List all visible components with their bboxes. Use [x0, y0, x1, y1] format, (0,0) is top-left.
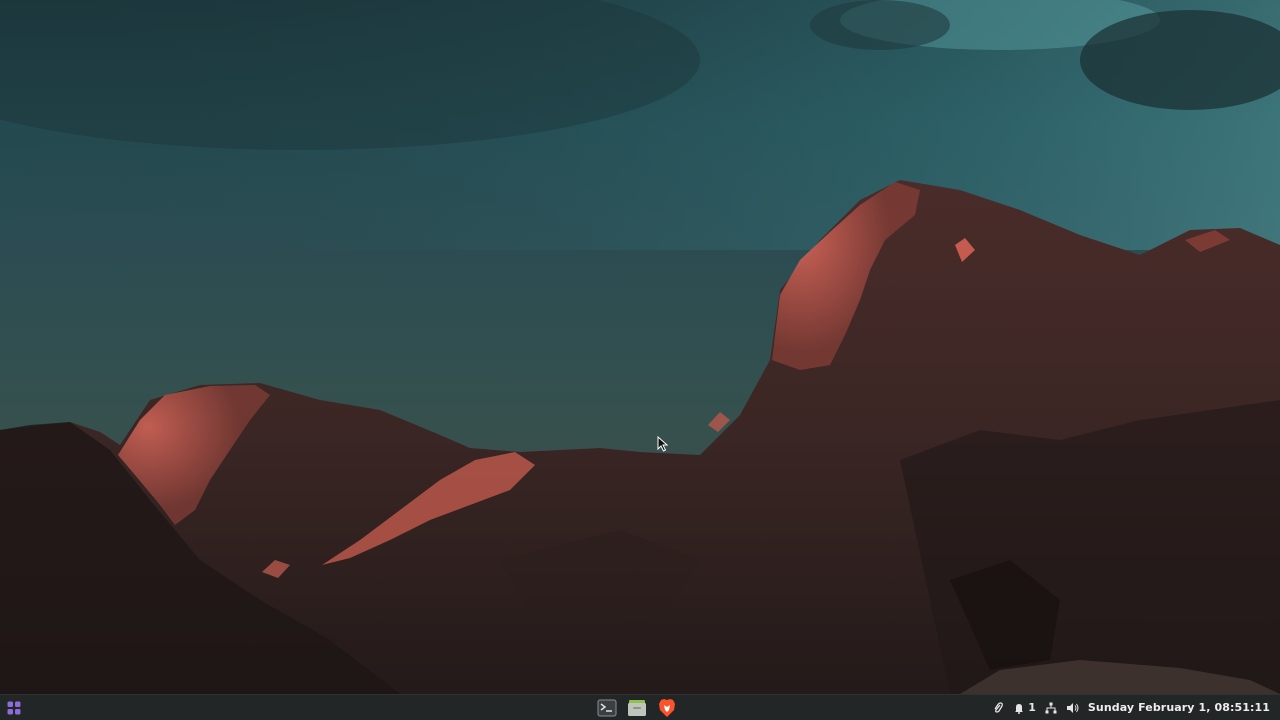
volume-button[interactable] [1066, 702, 1079, 714]
clipboard-button[interactable] [992, 701, 1004, 715]
taskbar: 1 Sunday February 1, 08:51:11 [0, 694, 1280, 720]
network-icon [1045, 702, 1057, 713]
paperclip-icon [994, 701, 1004, 713]
bell-icon [1015, 703, 1024, 714]
brave-lion-icon [659, 699, 675, 717]
launcher-bar [596, 697, 678, 719]
clock-text: Sunday February 1, 08:51:11 [1087, 701, 1270, 714]
notifications-button[interactable]: 1 [1013, 701, 1036, 714]
terminal-icon [597, 699, 617, 717]
terminal-launcher[interactable] [596, 697, 618, 719]
files-launcher[interactable] [626, 697, 648, 719]
wallpaper [0, 0, 1280, 694]
mouse-cursor [657, 436, 669, 452]
app-grid-icon [7, 701, 21, 715]
folder-icon [628, 700, 646, 716]
clock[interactable]: Sunday February 1, 08:51:11 [1088, 701, 1270, 714]
brave-launcher[interactable] [656, 697, 678, 719]
desktop[interactable] [0, 0, 1280, 694]
speaker-icon [1066, 702, 1079, 713]
network-button[interactable] [1045, 702, 1057, 714]
system-tray: 1 Sunday February 1, 08:51:11 [992, 695, 1270, 720]
app-menu-button[interactable] [4, 698, 24, 718]
notification-count: 1 [1028, 701, 1036, 714]
